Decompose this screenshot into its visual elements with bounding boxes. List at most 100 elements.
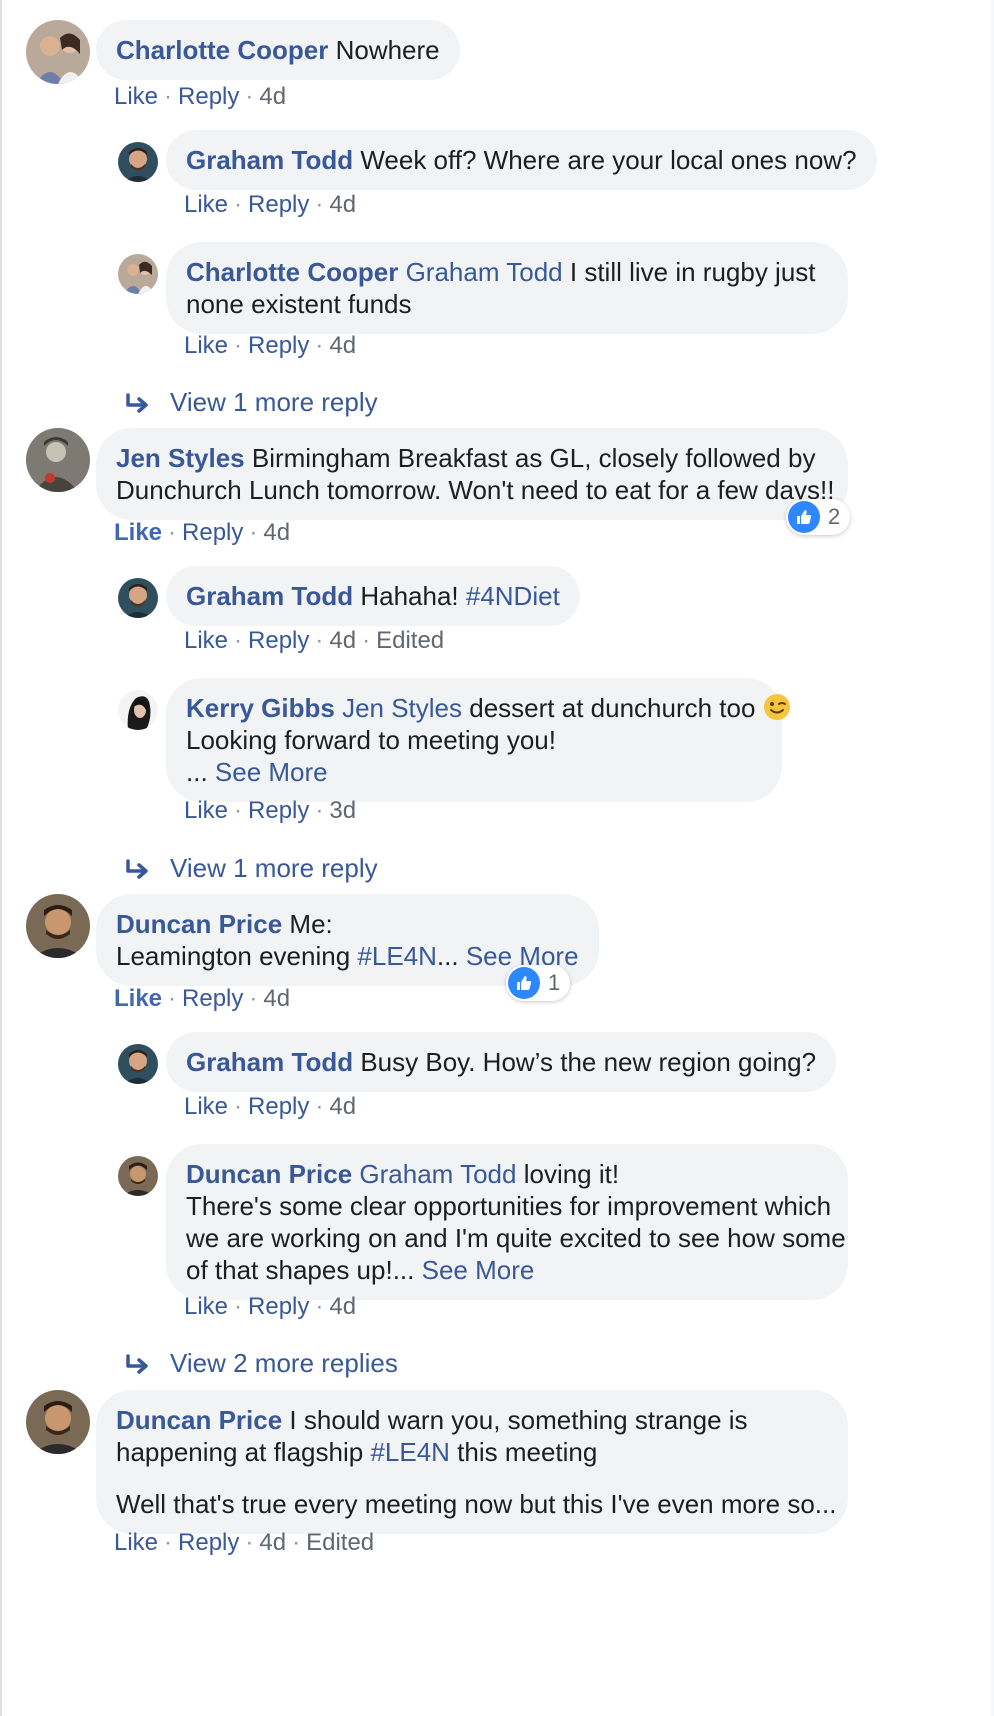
- like-button[interactable]: Like: [114, 985, 162, 1012]
- avatar-jen-styles[interactable]: [26, 428, 90, 492]
- reply-button[interactable]: Reply: [248, 191, 309, 218]
- avatar-graham-todd[interactable]: [118, 142, 158, 182]
- avatar-charlotte-cooper[interactable]: [118, 254, 158, 294]
- reaction-count-badge[interactable]: 2: [786, 499, 851, 535]
- timestamp[interactable]: 3d: [329, 797, 356, 824]
- timestamp[interactable]: 4d: [329, 191, 356, 218]
- timestamp[interactable]: 4d: [259, 83, 286, 110]
- comment-text: Nowhere: [335, 35, 440, 65]
- reply-author[interactable]: Graham Todd: [186, 1047, 353, 1077]
- edited-label[interactable]: Edited: [376, 627, 444, 654]
- reply-text: we are working on and I'm quite excited …: [186, 1223, 846, 1253]
- timestamp[interactable]: 4d: [263, 985, 290, 1012]
- avatar-kerry-gibbs[interactable]: [118, 690, 158, 730]
- reply-button[interactable]: Reply: [248, 797, 309, 824]
- comment-author[interactable]: Charlotte Cooper: [116, 35, 328, 65]
- avatar-duncan-price[interactable]: [26, 894, 90, 958]
- comment-author[interactable]: Duncan Price: [116, 1405, 282, 1435]
- timestamp[interactable]: 4d: [259, 1529, 286, 1556]
- comment-bubble: Jen Styles Birmingham Breakfast as GL, c…: [96, 428, 848, 520]
- timestamp[interactable]: 4d: [329, 1093, 356, 1120]
- timestamp[interactable]: 4d: [329, 627, 356, 654]
- see-more-link[interactable]: See More: [422, 1255, 535, 1285]
- comment-author[interactable]: Jen Styles: [116, 443, 245, 473]
- edited-label[interactable]: Edited: [306, 1529, 374, 1556]
- like-button[interactable]: Like: [184, 627, 228, 654]
- reply-text: Hahaha!: [360, 581, 466, 611]
- reply-button[interactable]: Reply: [178, 83, 239, 110]
- reply-author[interactable]: Duncan Price: [186, 1159, 352, 1189]
- timestamp[interactable]: 4d: [329, 1293, 356, 1320]
- avatar-duncan-price[interactable]: [118, 1156, 158, 1196]
- reply-text: dessert at dunchurch too: [469, 693, 756, 723]
- reply-arrow-icon: [126, 1354, 148, 1374]
- hashtag-link[interactable]: #LE4N: [357, 941, 437, 971]
- view-more-label: View 2 more replies: [170, 1348, 398, 1378]
- avatar-graham-todd[interactable]: [118, 1044, 158, 1084]
- reply-text: loving it!: [523, 1159, 620, 1189]
- comment-text: Birmingham Breakfast as GL, closely foll…: [251, 443, 816, 473]
- reply-button[interactable]: Reply: [248, 332, 309, 359]
- reaction-count: 2: [828, 504, 841, 529]
- like-button[interactable]: Like: [184, 191, 228, 218]
- mention-link[interactable]: Jen Styles: [342, 693, 462, 723]
- reply-actions: Like · Reply · 4d · Edited: [184, 627, 445, 654]
- winking-face-icon: [763, 694, 790, 720]
- comment-text: Me:: [289, 909, 333, 939]
- frame-border: [0, 0, 2, 1716]
- mention-link[interactable]: Graham Todd: [406, 257, 563, 287]
- reply-actions: Like · Reply · 4d: [184, 191, 357, 218]
- reaction-count: 1: [548, 970, 561, 995]
- hashtag-link[interactable]: #LE4N: [370, 1437, 450, 1467]
- thumbs-up-icon: [508, 967, 540, 999]
- comment-text: I should warn you, something strange is: [289, 1405, 748, 1435]
- avatar-duncan-price[interactable]: [26, 1390, 90, 1454]
- like-button[interactable]: Like: [184, 1093, 228, 1120]
- like-button[interactable]: Like: [184, 1293, 228, 1320]
- view-more-label: View 1 more reply: [170, 387, 378, 417]
- reply-button[interactable]: Reply: [248, 1293, 309, 1320]
- comment-author[interactable]: Duncan Price: [116, 909, 282, 939]
- like-button[interactable]: Like: [114, 519, 162, 546]
- view-more-replies-button[interactable]: View 1 more reply: [124, 386, 378, 418]
- reply-text: of that shapes up!...: [186, 1255, 422, 1285]
- avatar-charlotte-cooper[interactable]: [26, 20, 90, 84]
- like-button[interactable]: Like: [184, 332, 228, 359]
- reply-arrow-icon: [126, 859, 148, 879]
- view-more-replies-button[interactable]: View 1 more reply: [124, 852, 378, 884]
- timestamp[interactable]: 4d: [263, 519, 290, 546]
- like-button[interactable]: Like: [114, 83, 158, 110]
- reply-arrow-icon: [126, 393, 148, 413]
- reply-text: Week off? Where are your local ones now?: [360, 145, 857, 175]
- reply-author[interactable]: Graham Todd: [186, 581, 353, 611]
- view-more-replies-button[interactable]: View 2 more replies: [124, 1347, 398, 1379]
- reply-text: none existent funds: [186, 289, 412, 319]
- reply-button[interactable]: Reply: [182, 985, 243, 1012]
- reply-text: Busy Boy. How’s the new region going?: [360, 1047, 817, 1077]
- timestamp[interactable]: 4d: [329, 332, 356, 359]
- reply-bubble: Graham Todd Hahaha! #4NDiet: [166, 566, 580, 626]
- reply-button[interactable]: Reply: [182, 519, 243, 546]
- reply-bubble: Graham Todd Busy Boy. How’s the new regi…: [166, 1032, 837, 1092]
- reply-button[interactable]: Reply: [178, 1529, 239, 1556]
- reply-author[interactable]: Kerry Gibbs: [186, 693, 335, 723]
- reply-author[interactable]: Charlotte Cooper: [186, 257, 398, 287]
- reply-bubble: Graham Todd Week off? Where are your loc…: [166, 130, 877, 190]
- avatar-graham-todd[interactable]: [118, 578, 158, 618]
- hashtag-link[interactable]: #4NDiet: [466, 581, 560, 611]
- comment-thread: Charlotte Cooper Nowhere Like · Reply · 4d G…: [0, 0, 994, 1716]
- mention-link[interactable]: Graham Todd: [359, 1159, 516, 1189]
- reply-button[interactable]: Reply: [248, 627, 309, 654]
- like-button[interactable]: Like: [184, 797, 228, 824]
- comment-text: ...: [436, 941, 466, 971]
- comment-text: happening at flagship: [116, 1437, 371, 1467]
- reply-actions: Like · Reply · 4d: [184, 1093, 357, 1120]
- comment-actions: Like · Reply · 4d: [114, 985, 291, 1012]
- see-more-link[interactable]: See More: [215, 757, 328, 787]
- reply-button[interactable]: Reply: [248, 1093, 309, 1120]
- reaction-count-badge[interactable]: 1: [506, 965, 571, 1001]
- reply-actions: Like · Reply · 4d: [184, 332, 357, 359]
- reply-author[interactable]: Graham Todd: [186, 145, 353, 175]
- like-button[interactable]: Like: [114, 1529, 158, 1556]
- reply-bubble: Kerry Gibbs Jen Styles dessert at dunchu…: [166, 678, 790, 802]
